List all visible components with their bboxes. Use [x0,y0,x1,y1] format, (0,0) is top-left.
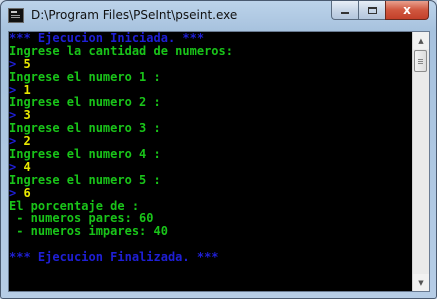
input-prompt-marker: > [9,159,24,174]
window-title: D:\Program Files\PSeInt\pseint.exe [31,8,238,22]
scrollbar-thumb[interactable] [414,50,427,72]
maximize-button[interactable] [358,1,385,20]
user-input-value: 3 [23,108,31,123]
close-button[interactable]: x [385,1,429,20]
console-text: Ingrese el numero 5 : [9,172,161,187]
console-text: - numeros impares: 40 [9,224,168,239]
console-line: *** Ejecucion Finalizada. *** [9,251,412,264]
console-line: Ingrese la cantidad de numeros: [9,43,412,58]
console-line: Ingrese el numero 2 : [9,96,412,109]
close-icon: x [403,3,411,17]
arrow-down-icon: ▼ [418,278,424,287]
caption-buttons: x [331,1,429,20]
user-input-value: 5 [23,56,31,71]
input-prompt-marker: > [9,185,24,200]
console-output[interactable]: *** Ejecucion Iniciada. *** Ingrese la ca… [9,32,412,291]
console-area[interactable]: *** Ejecucion Iniciada. *** Ingrese la ca… [8,31,430,292]
user-input-value: 2 [23,134,31,149]
console-text: - numeros pares: 60 [9,211,154,226]
input-prompt-marker: > [9,134,24,149]
console-text: El porcentaje de : [9,198,140,213]
scroll-up-button[interactable]: ▲ [413,32,429,49]
console-line: Ingrese el numero 1 : [9,69,412,84]
console-line: Ingrese el numero 5 : [9,172,412,187]
console-text: Ingrese el numero 3 : [9,121,161,136]
maximize-icon [367,6,377,14]
console-window: D:\Program Files\PSeInt\pseint.exe x ***… [0,0,437,299]
console-text: *** Ejecucion Finalizada. *** [9,250,219,265]
title-bar[interactable]: D:\Program Files\PSeInt\pseint.exe x [1,1,436,31]
console-app-icon[interactable] [8,8,24,23]
user-input-value: 4 [23,159,31,174]
console-text: Ingrese el numero 2 : [9,95,161,110]
minimize-button[interactable] [331,1,358,20]
console-text: Ingrese la cantidad de numeros: [9,43,233,58]
scroll-down-button[interactable]: ▼ [413,274,429,291]
input-prompt-marker: > [9,82,24,97]
console-text: Ingrese el numero 4 : [9,147,161,162]
input-prompt-marker: > [9,108,24,123]
console-line: Ingrese el numero 4 : [9,148,412,161]
input-prompt-marker: > [9,56,24,71]
console-line: Ingrese el numero 3 : [9,122,412,135]
console-line: - numeros impares: 40 [9,225,412,238]
vertical-scrollbar[interactable]: ▲ ▼ [412,32,429,291]
console-text: Ingrese el numero 1 : [9,69,161,84]
arrow-up-icon: ▲ [418,36,424,45]
user-input-value: 1 [23,82,31,97]
minimize-icon [341,11,349,14]
user-input-value: 6 [23,185,31,200]
